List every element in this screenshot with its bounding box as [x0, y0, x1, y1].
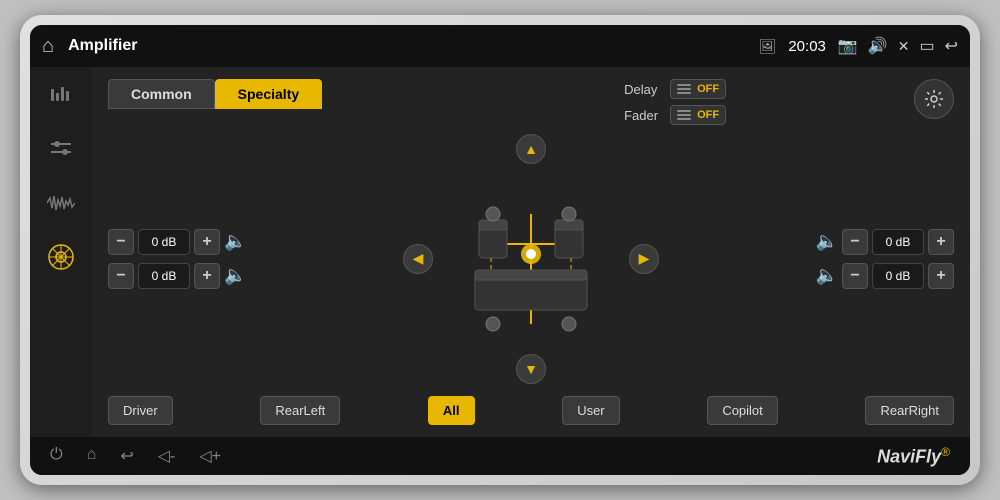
- settings-button[interactable]: [914, 79, 954, 119]
- home-bottom-icon[interactable]: ⌂: [87, 446, 97, 466]
- front-left-plus[interactable]: +: [194, 229, 220, 255]
- tab-row: Common Specialty: [108, 79, 322, 109]
- zone-buttons: Driver RearLeft All User Copilot RearRig…: [108, 396, 954, 425]
- zone-btn-rearleft[interactable]: RearLeft: [260, 396, 340, 425]
- rear-left-display: 0 dB: [138, 263, 190, 289]
- home-icon[interactable]: ⌂: [42, 35, 54, 58]
- page-title: Amplifier: [68, 37, 758, 55]
- top-bar-icons: 📷 🔊 ✕ ▭ ↩: [838, 36, 958, 56]
- trademark-symbol: ®: [941, 445, 950, 459]
- fader-row: Fader OFF: [624, 105, 902, 125]
- window-icon[interactable]: ▭: [919, 36, 934, 56]
- zone-btn-rearright[interactable]: RearRight: [865, 396, 954, 425]
- nav-down-arrow[interactable]: ▼: [516, 354, 546, 384]
- screen: ⌂ Amplifier 🖼 20:03 📷 🔊 ✕ ▭ ↩: [30, 25, 970, 475]
- tab-specialty[interactable]: Specialty: [215, 79, 322, 109]
- close-icon[interactable]: ✕: [898, 38, 910, 55]
- rear-left-vol-row: − 0 dB + 🔈: [108, 263, 246, 289]
- rear-right-minus[interactable]: −: [842, 263, 868, 289]
- front-right-display: 0 dB: [872, 229, 924, 255]
- content-area: Common Specialty Delay: [92, 67, 970, 437]
- clock-display: 20:03: [788, 38, 826, 55]
- zone-btn-copilot[interactable]: Copilot: [707, 396, 777, 425]
- power-icon[interactable]: ⏻: [50, 446, 63, 466]
- right-speaker-controls: 🔈 − 0 dB + 🔈 − 0 dB +: [816, 229, 954, 289]
- toggle-lines-icon2: [677, 110, 691, 120]
- front-left-vol-row: − 0 dB + 🔈: [108, 229, 246, 255]
- delay-toggle[interactable]: OFF: [670, 79, 726, 99]
- zone-btn-all[interactable]: All: [428, 396, 475, 425]
- back-bottom-icon[interactable]: ↩: [120, 446, 133, 466]
- main-area: Common Specialty Delay: [30, 67, 970, 437]
- delay-toggle-state: OFF: [697, 83, 719, 95]
- delay-label: Delay: [624, 82, 662, 97]
- sidebar-item-equalizer[interactable]: [41, 77, 81, 113]
- nav-left-arrow[interactable]: ◀: [403, 244, 433, 274]
- volume-icon[interactable]: 🔊: [868, 36, 888, 56]
- rear-right-vol-row: 🔈 − 0 dB +: [816, 263, 954, 289]
- car-diagram: [441, 164, 621, 354]
- rear-right-speaker-icon: 🔈: [816, 265, 838, 286]
- left-sidebar: [30, 67, 92, 437]
- delay-row: Delay OFF: [624, 79, 902, 99]
- tab-common[interactable]: Common: [108, 79, 215, 109]
- front-right-plus[interactable]: +: [928, 229, 954, 255]
- volume-up-icon[interactable]: ◁+: [199, 446, 221, 466]
- rear-left-plus[interactable]: +: [194, 263, 220, 289]
- image-icon: 🖼: [759, 38, 777, 55]
- volume-down-icon[interactable]: ◁-: [158, 446, 176, 466]
- zone-btn-user[interactable]: User: [562, 396, 619, 425]
- back-icon[interactable]: ↩: [945, 36, 958, 56]
- sidebar-item-speaker[interactable]: [41, 239, 81, 275]
- front-left-speaker-icon: 🔈: [224, 231, 246, 252]
- camera-icon[interactable]: 📷: [838, 36, 858, 56]
- rear-right-plus[interactable]: +: [928, 263, 954, 289]
- left-speaker-controls: − 0 dB + 🔈 − 0 dB + 🔈: [108, 229, 246, 289]
- fader-label: Fader: [624, 108, 662, 123]
- toggle-lines-icon: [677, 84, 691, 94]
- rear-left-minus[interactable]: −: [108, 263, 134, 289]
- brand-logo: NaviFly®: [877, 445, 950, 467]
- top-bar: ⌂ Amplifier 🖼 20:03 📷 🔊 ✕ ▭ ↩: [30, 25, 970, 67]
- bottom-icons: ⏻ ⌂ ↩ ◁- ◁+: [50, 446, 221, 466]
- fader-toggle-state: OFF: [697, 109, 719, 121]
- front-right-speaker-icon: 🔈: [816, 231, 838, 252]
- rear-right-display: 0 dB: [872, 263, 924, 289]
- brand-name: NaviFly: [877, 446, 941, 466]
- fader-toggle[interactable]: OFF: [670, 105, 726, 125]
- nav-up-arrow[interactable]: ▲: [516, 134, 546, 164]
- front-right-vol-row: 🔈 − 0 dB +: [816, 229, 954, 255]
- diagram-area: ▲ ◀: [252, 134, 809, 384]
- device-shell: ⌂ Amplifier 🖼 20:03 📷 🔊 ✕ ▭ ↩: [20, 15, 980, 485]
- front-left-minus[interactable]: −: [108, 229, 134, 255]
- delay-fader-block: Delay OFF Fader: [624, 79, 902, 125]
- sidebar-item-sliders[interactable]: [41, 131, 81, 167]
- nav-right-arrow[interactable]: ▶: [629, 244, 659, 274]
- bottom-bar: ⏻ ⌂ ↩ ◁- ◁+ NaviFly®: [30, 437, 970, 475]
- front-right-minus[interactable]: −: [842, 229, 868, 255]
- zone-btn-driver[interactable]: Driver: [108, 396, 173, 425]
- sidebar-item-waveform[interactable]: [41, 185, 81, 221]
- front-left-display: 0 dB: [138, 229, 190, 255]
- rear-left-speaker-icon: 🔈: [224, 265, 246, 286]
